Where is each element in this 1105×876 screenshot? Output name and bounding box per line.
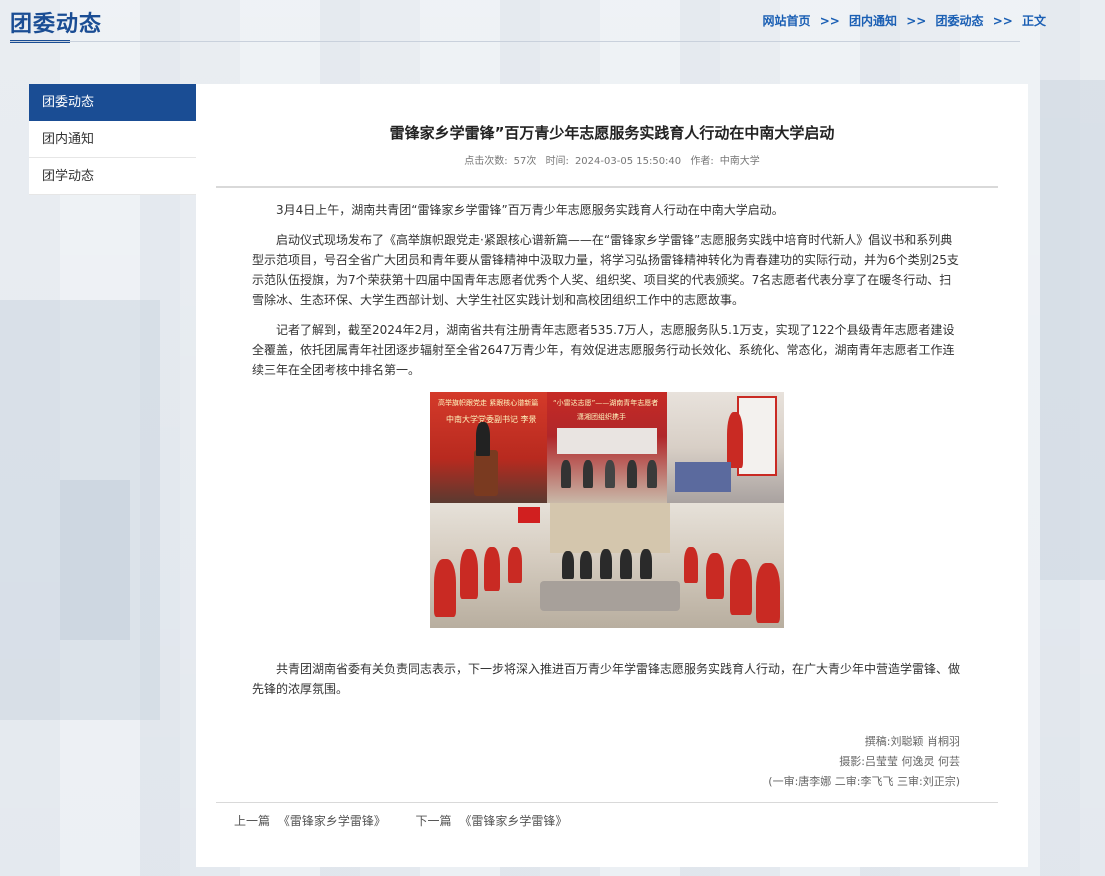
sidebar-item-student-news[interactable]: 团学动态 bbox=[29, 158, 196, 195]
paragraph: 记者了解到，截至2024年2月，湖南省共有注册青年志愿者535.7万人，志愿服务… bbox=[252, 323, 955, 377]
photo-meeting bbox=[430, 503, 784, 628]
panel-person bbox=[605, 460, 615, 488]
meeting-table bbox=[540, 581, 680, 611]
article-panel: 雷锋家乡学雷锋”百万青少年志愿服务实践育人行动在中南大学启动 点击次数: 57次 … bbox=[196, 84, 1028, 867]
breadcrumb-separator: >> bbox=[819, 14, 840, 28]
article-title: 雷锋家乡学雷锋”百万青少年志愿服务实践育人行动在中南大学启动 bbox=[389, 124, 835, 142]
paragraph: 共青团湖南省委有关负责同志表示，下一步将深入推进百万青少年学雷锋志愿服务实践育人… bbox=[252, 662, 961, 696]
credit-photo: 摄影:吕莹莹 何逸灵 何芸 bbox=[839, 755, 960, 768]
photo-podium-speech: 高举旗帜跟党走 紧跟核心谱新篇 中南大学党委副书记 李景 bbox=[430, 392, 547, 503]
exhibit-board bbox=[737, 396, 777, 476]
speaker-figure bbox=[476, 422, 490, 456]
title-divider bbox=[216, 186, 998, 188]
participant-figure bbox=[562, 551, 574, 579]
volunteer-figure bbox=[484, 547, 500, 591]
article-closing: 共青团湖南省委有关负责同志表示，下一步将深入推进百万青少年学雷锋志愿服务实践育人… bbox=[252, 659, 962, 699]
breadcrumb: 网站首页 >> 团内通知 >> 团委动态 >> 正文 bbox=[761, 12, 1047, 29]
footer-divider bbox=[216, 802, 998, 803]
participant-figure bbox=[640, 549, 652, 579]
sidebar-item-league-news[interactable]: 团委动态 bbox=[29, 84, 196, 121]
volunteer-figure bbox=[434, 559, 456, 617]
paragraph: 启动仪式现场发布了《高举旗帜跟党走·紧跟核心谱新篇——在“雷锋家乡学雷锋”志愿服… bbox=[252, 233, 959, 307]
photo-banner-text: 高举旗帜跟党走 紧跟核心谱新篇 bbox=[438, 399, 539, 407]
sidebar-nav: 团委动态 团内通知 团学动态 bbox=[29, 84, 196, 195]
section-title: 团委动态 bbox=[10, 12, 103, 37]
prev-article-link[interactable]: 《雷锋家乡学雷锋》 bbox=[278, 814, 386, 828]
flag-shape bbox=[518, 507, 540, 523]
breadcrumb-separator: >> bbox=[992, 14, 1013, 28]
volunteer-figure bbox=[684, 547, 698, 583]
author-name: 中南大学 bbox=[719, 156, 760, 167]
views-count: 57次 bbox=[513, 156, 537, 167]
participant-figure bbox=[600, 549, 612, 579]
article-credits: 撰稿:刘聪颖 肖桐羽 摄影:吕莹莹 何逸灵 何芸 (一审:唐李娜 二审:李飞飞 … bbox=[768, 732, 960, 792]
paragraph: 3月4日上午，湖南共青团“雷锋家乡学雷锋”百万青少年志愿服务实践育人行动在中南大… bbox=[276, 203, 784, 217]
podium-shape bbox=[474, 450, 498, 496]
author-label: 作者: bbox=[690, 156, 714, 167]
publish-time: 2024-03-05 15:50:40 bbox=[574, 156, 682, 167]
panel-person bbox=[583, 460, 593, 488]
prev-label: 上一篇 bbox=[234, 814, 271, 828]
stage-screen bbox=[557, 428, 657, 454]
next-label: 下一篇 bbox=[415, 814, 452, 828]
breadcrumb-separator: >> bbox=[906, 14, 927, 28]
panel-person bbox=[561, 460, 571, 488]
page-header: 团委动态 网站首页 >> 团内通知 >> 团委动态 >> 正文 bbox=[0, 0, 1105, 44]
participant-figure bbox=[580, 551, 592, 579]
display-table bbox=[675, 462, 731, 492]
article-body: 3月4日上午，湖南共青团“雷锋家乡学雷锋”百万青少年志愿服务实践育人行动在中南大… bbox=[252, 200, 962, 390]
breadcrumb-notices[interactable]: 团内通知 bbox=[849, 14, 897, 28]
photo-banner-text: 潇湘团组织携手 bbox=[577, 413, 626, 421]
volunteer-figure bbox=[730, 559, 752, 615]
photo-banner-text: “小雷达志愿”——湖南青年志愿者 bbox=[553, 399, 659, 407]
meeting-wall bbox=[550, 503, 670, 553]
panel-person bbox=[627, 460, 637, 488]
photo-top-strip: 高举旗帜跟党走 紧跟核心谱新篇 中南大学党委副书记 李景 “小雷达志愿”——湖南… bbox=[430, 392, 784, 503]
time-label: 时间: bbox=[545, 156, 569, 167]
panel-person bbox=[647, 460, 657, 488]
views-label: 点击次数: bbox=[464, 156, 508, 167]
volunteer-figure bbox=[756, 563, 780, 623]
volunteer-figure bbox=[460, 549, 478, 599]
credit-review: (一审:唐李娜 二审:李飞飞 三审:刘正宗) bbox=[768, 775, 960, 788]
article-meta: 点击次数: 57次 时间: 2024-03-05 15:50:40 作者: 中南大学 bbox=[196, 152, 1028, 167]
sidebar-item-internal-notices[interactable]: 团内通知 bbox=[29, 121, 196, 158]
photo-banner-text: 中南大学党委副书记 李景 bbox=[446, 415, 537, 424]
breadcrumb-news[interactable]: 团委动态 bbox=[935, 14, 983, 28]
volunteer-figure bbox=[508, 547, 522, 583]
header-divider bbox=[10, 41, 1020, 42]
next-article-link[interactable]: 《雷锋家乡学雷锋》 bbox=[459, 814, 567, 828]
volunteer-figure bbox=[706, 553, 724, 599]
participant-figure bbox=[620, 549, 632, 579]
volunteer-figure bbox=[727, 412, 743, 468]
article-photo: 高举旗帜跟党走 紧跟核心谱新篇 中南大学党委副书记 李景 “小雷达志愿”——湖南… bbox=[430, 392, 784, 628]
breadcrumb-home[interactable]: 网站首页 bbox=[762, 14, 810, 28]
photo-stage-panel: “小雷达志愿”——湖南青年志愿者 潇湘团组织携手 bbox=[547, 392, 667, 503]
breadcrumb-current: 正文 bbox=[1021, 14, 1046, 28]
article-pagination: 上一篇 《雷锋家乡学雷锋》 下一篇 《雷锋家乡学雷锋》 bbox=[234, 812, 567, 829]
photo-exhibition bbox=[667, 392, 784, 503]
credit-writer: 撰稿:刘聪颖 肖桐羽 bbox=[864, 735, 960, 748]
